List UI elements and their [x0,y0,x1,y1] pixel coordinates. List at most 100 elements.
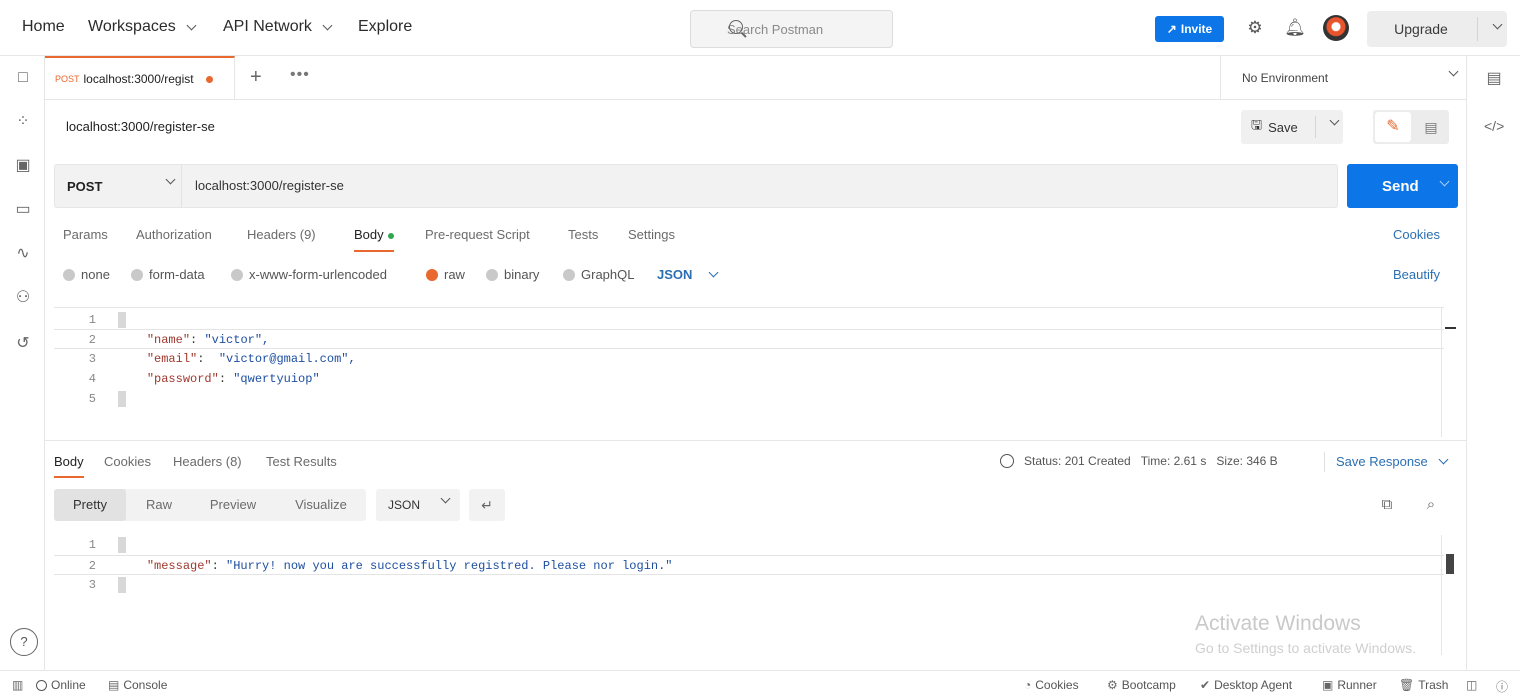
history-icon[interactable]: ↺ [13,334,33,354]
sidebar-icon: ▥ [12,678,24,692]
request-tab[interactable]: POST localhost:3000/regist [45,56,235,100]
response-body-viewer[interactable]: 1 2 "message": "Hurry! now you are succe… [54,535,1444,655]
runner-button[interactable]: ▣ Runner [1322,678,1377,692]
save-response-button[interactable]: Save Response [1336,454,1449,469]
radio-graphql[interactable]: GraphQL [563,267,634,282]
gear-icon[interactable]: ⚙ [1244,17,1266,39]
body-format-select[interactable]: JSON [657,267,719,282]
nav-workspaces[interactable]: Workspaces [88,18,197,36]
tab-settings[interactable]: Settings [628,227,675,242]
radio-x-www-form-urlencoded[interactable]: x-www-form-urlencoded [231,267,387,282]
more-icon[interactable]: ••• [290,66,310,84]
response-size[interactable]: Size: 346 B [1216,454,1277,468]
radio-circle [63,268,75,281]
json-key: "name" [146,333,191,347]
upgrade-button[interactable]: Upgrade [1367,11,1507,47]
collections-icon[interactable]: □ [13,68,33,88]
tab-headers[interactable]: Headers (9) [247,227,316,242]
editor-scroll-thumb[interactable] [1445,327,1456,329]
response-tab-headers[interactable]: Headers (8) [173,454,242,469]
flows-icon[interactable]: ⚇ [13,288,33,308]
response-tab-cookies[interactable]: Cookies [104,454,151,469]
apis-icon[interactable]: ⁘ [13,112,33,132]
brace-highlight [118,311,126,328]
response-scrollbar[interactable] [1441,535,1457,655]
response-divider[interactable] [45,440,1466,441]
line-number: 4 [88,372,96,386]
cookies-link[interactable]: Cookies [1393,227,1440,242]
environment-quick-look-icon[interactable]: ▤ [1484,69,1504,89]
trash-button[interactable]: 🗑︎ Trash [1399,678,1448,692]
radio-binary[interactable]: binary [486,267,539,282]
method-label: POST [67,178,103,194]
online-label: Online [51,678,86,692]
nav-explore[interactable]: Explore [358,18,412,36]
globe-icon[interactable] [1000,454,1014,468]
tab-params[interactable]: Params [63,227,108,242]
status-badge[interactable]: Status: 201 Created [1024,454,1131,468]
invite-button[interactable]: ↗ Invite [1155,16,1224,42]
response-time[interactable]: Time: 2.61 s [1141,454,1207,468]
radio-label: form-data [149,267,205,282]
code-line: 1 [54,310,1444,330]
nav-api-network[interactable]: API Network [223,18,333,36]
save-button[interactable]: 🖫︎ Save [1241,110,1343,144]
tab-authorization[interactable]: Authorization [136,227,212,242]
response-tab-test-results[interactable]: Test Results [266,454,337,469]
wrap-lines-icon[interactable]: ↵ [469,489,505,521]
tab-label: localhost:3000/regist [83,72,194,86]
console-button[interactable]: ▤ Console [108,678,167,692]
nav-workspaces-label: Workspaces [88,18,176,35]
two-pane-icon[interactable]: ◫ [1466,678,1477,692]
tab-tests[interactable]: Tests [568,227,598,242]
send-button[interactable]: Send [1347,164,1458,208]
online-status[interactable]: Online [36,678,86,692]
documentation-icon[interactable]: ▤ [1417,112,1445,142]
radio-none[interactable]: none [63,267,110,282]
pencil-icon[interactable]: ✎ [1375,112,1411,142]
view-raw[interactable]: Raw [134,489,184,521]
code-text [118,389,126,409]
beautify-link[interactable]: Beautify [1393,267,1440,282]
method-select[interactable]: POST [55,165,182,207]
save-label: Save [1268,119,1298,135]
response-scroll-thumb[interactable] [1446,554,1454,574]
bootcamp-button[interactable]: ⚙ Bootcamp [1107,678,1176,692]
bell-icon[interactable]: 🔔︎ [1284,17,1306,39]
new-tab-plus-icon[interactable]: + [250,66,262,89]
desktop-agent-button[interactable]: ✔ Desktop Agent [1200,678,1292,692]
environment-select[interactable]: No Environment [1220,56,1466,100]
tab-body[interactable]: Body [354,227,394,252]
environments-icon[interactable]: ▣ [13,156,33,176]
request-title[interactable]: localhost:3000/register-se [66,119,215,134]
toggle-sidebar-icon[interactable]: ▥ [12,678,23,692]
chevron-down-icon[interactable] [1492,19,1503,30]
code-icon[interactable]: </> [1484,116,1504,136]
view-pretty[interactable]: Pretty [54,489,126,521]
tab-pre-request-script[interactable]: Pre-request Script [425,227,530,242]
nav-api-network-label: API Network [223,18,312,35]
help-icon[interactable]: ⓘ [1496,678,1508,695]
code-text [118,535,126,555]
request-body-editor[interactable]: 1 2 "name": "victor", 3 "email": "victor… [54,307,1444,437]
view-visualize[interactable]: Visualize [282,489,360,521]
help-icon[interactable]: ? [10,628,38,656]
url-input[interactable]: localhost:3000/register-se [195,178,344,193]
view-preview[interactable]: Preview [196,489,270,521]
response-format-select[interactable]: JSON [376,489,460,521]
avatar[interactable] [1323,15,1349,41]
mock-servers-icon[interactable]: ▭ [13,200,33,220]
search-input[interactable]: Search Postman [690,10,893,48]
radio-form-data[interactable]: form-data [131,267,205,282]
cookies-button[interactable]: ◔ Cookies [1024,678,1079,692]
code-line: 5 [54,389,1444,409]
nav-home[interactable]: Home [22,18,65,36]
chevron-down-icon[interactable] [1439,176,1450,187]
monitors-icon[interactable]: ∿ [13,244,33,264]
runner-icon: ▣ [1322,678,1334,692]
chevron-down-icon[interactable] [1329,115,1340,126]
search-icon[interactable]: ⌕ [1421,495,1441,515]
copy-icon[interactable]: ⧉ [1377,495,1397,515]
radio-raw[interactable]: raw [426,267,465,282]
response-tab-body[interactable]: Body [54,454,84,478]
